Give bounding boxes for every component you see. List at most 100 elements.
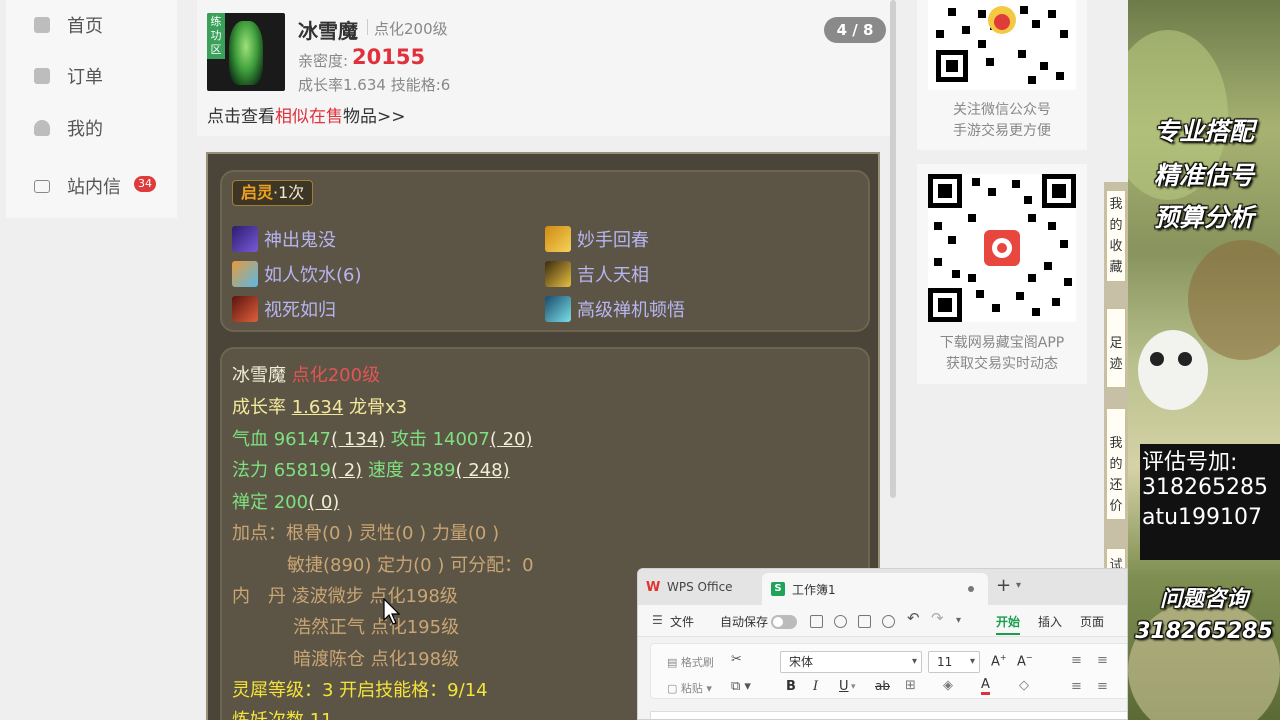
pet-image — [229, 21, 263, 85]
nav-label-mine: 我的 — [67, 119, 103, 140]
intimacy-label: 亲密度: — [298, 52, 349, 70]
wechat-qr-code — [928, 0, 1076, 90]
skill-item[interactable]: 视死如归 — [232, 296, 336, 322]
side-tab-history[interactable]: 足迹 — [1106, 308, 1126, 388]
underline-dropdown-icon[interactable]: ▾ — [851, 682, 856, 692]
wps-doc-tab-label: 工作簿1 — [792, 583, 836, 597]
wps-home-tab[interactable]: W WPS Office — [646, 575, 733, 599]
qiling-box: 启灵·1次 神出鬼没 妙手回春 如人饮水(6) 吉人天相 视死如归 高级禅机顿悟 — [220, 170, 870, 332]
redo-icon[interactable]: ↷ — [931, 609, 944, 627]
qr-caption-wechat-1: 关注微信公众号 — [953, 102, 1051, 118]
clear-format-icon[interactable]: ◇ — [1019, 678, 1029, 693]
side-tab-favorites-label: 我的收藏 — [1109, 197, 1123, 275]
format-brush-button[interactable]: ▤ 格式刷 — [667, 654, 714, 670]
user-icon — [34, 120, 50, 136]
spreadsheet-icon: S — [771, 582, 785, 596]
wps-ribbon: ▤ 格式刷 ✂ ▢ 粘贴 ▾ ⧉ ▾ 宋体 ▾ 11 ▾ A+ A− ≡ ≡ B I… — [650, 643, 1127, 699]
wps-doc-tab[interactable]: S 工作簿1 — [762, 573, 988, 605]
nav-item-home[interactable]: 首页 — [6, 5, 177, 45]
similar-items-link[interactable]: 点击查看相似在售物品>> — [207, 102, 406, 127]
attr-speed: 速度 2389 — [367, 460, 456, 481]
attr-neidan-line3: 暗渡陈仓 点化198级 — [293, 649, 460, 670]
fill-color-icon[interactable]: ◈ — [943, 678, 953, 693]
attr-hp: 气血 96147 — [232, 429, 331, 450]
paste-button[interactable]: ▢ 粘贴 ▾ — [667, 680, 712, 696]
increase-font-icon[interactable]: A+ — [991, 653, 1007, 669]
attr-refine-line: 炼妖次数 11 — [232, 706, 333, 720]
align-left-icon[interactable]: ≡ — [1071, 679, 1082, 694]
bold-button[interactable]: B — [786, 679, 796, 694]
font-size-select[interactable]: 11 ▾ — [928, 651, 980, 673]
promo-text-3: 预算分析 — [1153, 203, 1254, 232]
qiling-title: 启灵·1次 — [232, 180, 314, 206]
pet-thumbnail[interactable]: 练功区 — [207, 13, 285, 91]
save-icon[interactable] — [810, 615, 823, 628]
font-size-value: 11 — [937, 655, 953, 669]
page-scrollbar[interactable] — [889, 0, 897, 500]
align-top-icon[interactable]: ≡ — [1071, 653, 1082, 668]
zone-tag: 练功区 — [207, 13, 225, 59]
preview-icon[interactable] — [882, 615, 895, 628]
skill-item[interactable]: 神出鬼没 — [232, 226, 336, 252]
panda-eye — [1150, 352, 1164, 366]
underline-button[interactable]: U — [839, 679, 849, 694]
eval-wechat: atu199107 — [1142, 505, 1263, 530]
align-center-icon[interactable]: ≡ — [1097, 679, 1108, 694]
formula-bar[interactable] — [650, 711, 1127, 719]
undo-icon[interactable]: ↶ — [907, 609, 920, 627]
ghost-skill-icon — [232, 226, 258, 252]
border-icon[interactable]: ⊞ — [905, 678, 916, 693]
print-icon[interactable] — [858, 615, 871, 628]
strikethrough-button[interactable]: ab — [875, 679, 890, 693]
font-name-value: 宋体 — [789, 655, 814, 669]
divider — [367, 19, 368, 35]
nav-item-messages[interactable]: 站内信 34 — [6, 166, 177, 206]
pet-level: 点化200级 — [374, 20, 448, 38]
skill-item[interactable]: 妙手回春 — [545, 226, 649, 252]
attr-growth-label: 成长率 — [232, 397, 286, 418]
brush-icon[interactable] — [834, 615, 847, 628]
similar-suffix: 物品>> — [343, 107, 406, 127]
tab-page[interactable]: 页面 — [1080, 613, 1104, 630]
font-color-icon[interactable]: A — [981, 678, 990, 695]
attr-zen-line: 禅定 200( 0) — [232, 488, 339, 514]
decrease-font-icon[interactable]: A− — [1017, 653, 1033, 669]
font-name-select[interactable]: 宋体 ▾ — [780, 651, 922, 673]
nav-item-mine[interactable]: 我的 — [6, 108, 177, 148]
qiling-title-main: 启灵 — [241, 183, 274, 202]
similar-link-text[interactable]: 相似在售 — [275, 107, 343, 127]
attr-hp-attack-line: 气血 96147( 134) 攻击 14007( 20) — [232, 425, 533, 451]
new-tab-plus-icon[interactable]: + — [996, 575, 1011, 596]
side-tab-favorites[interactable]: 我的收藏 — [1106, 190, 1126, 282]
autosave-toggle[interactable] — [771, 615, 797, 629]
qr-caption-app-1: 下载网易藏宝阁APP — [939, 335, 1065, 351]
ground-shape — [1128, 600, 1280, 720]
italic-button[interactable]: I — [813, 679, 818, 694]
unsaved-dot-icon[interactable] — [968, 586, 974, 592]
tab-insert[interactable]: 插入 — [1038, 613, 1062, 630]
attr-mp: 法力 65819 — [232, 460, 331, 481]
autosave-label: 自动保存 — [720, 615, 769, 629]
attr-name-line: 冰雪魔 点化200级 — [232, 361, 380, 387]
ask-text: 问题咨询 — [1159, 587, 1248, 612]
skill-item[interactable]: 如人饮水(6) — [232, 261, 362, 287]
stream-overlay: 专业搭配 精准估号 预算分析 评估号加: 318265285 atu199107… — [1128, 0, 1280, 720]
growth-skill-line: 成长率1.634 技能格:6 — [298, 76, 451, 94]
attr-dragon-bone: 龙骨x3 — [349, 397, 408, 418]
more-dropdown-icon[interactable]: ▾ — [956, 615, 961, 626]
skill-item[interactable]: 高级禅机顿悟 — [545, 296, 685, 322]
nav-label-messages: 站内信 — [67, 177, 121, 198]
hamburger-icon[interactable]: ☰ — [652, 613, 663, 627]
paste-label: 粘贴 — [680, 682, 703, 695]
skill-label: 如人饮水(6) — [264, 265, 362, 286]
cut-icon[interactable]: ✂ — [731, 652, 742, 667]
side-tab-offers[interactable]: 我的还价 — [1106, 408, 1126, 520]
skill-item[interactable]: 吉人天相 — [545, 261, 649, 287]
copy-icon[interactable]: ⧉ ▾ — [731, 679, 751, 694]
scrollbar-thumb[interactable] — [890, 0, 896, 498]
menu-file[interactable]: 文件 — [670, 613, 694, 630]
align-middle-icon[interactable]: ≡ — [1097, 653, 1108, 668]
nav-item-orders[interactable]: 订单 — [6, 56, 177, 96]
tab-start[interactable]: 开始 — [996, 613, 1020, 630]
new-tab-dropdown-icon[interactable]: ▾ — [1016, 580, 1021, 591]
